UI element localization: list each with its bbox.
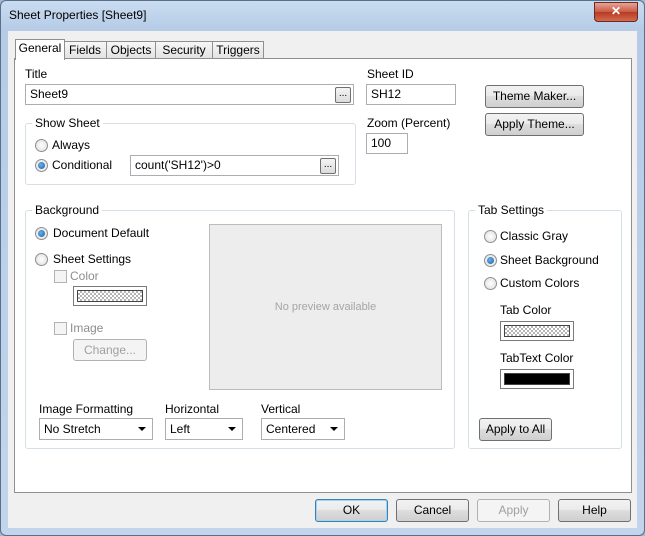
color-checkbox[interactable] — [54, 270, 67, 283]
window-title: Sheet Properties [Sheet9] — [9, 8, 147, 22]
document-default-label: Document Default — [53, 226, 150, 240]
custom-colors-label: Custom Colors — [500, 276, 580, 290]
tab-security[interactable]: Security — [155, 41, 213, 59]
horizontal-label: Horizontal — [165, 402, 220, 416]
title-bar: Sheet Properties [Sheet9] ✕ — [1, 1, 644, 31]
zoom-input[interactable]: 100 — [366, 133, 408, 154]
tab-general[interactable]: General — [15, 39, 65, 60]
close-icon: ✕ — [610, 4, 622, 18]
image-checkbox[interactable] — [54, 322, 67, 335]
tab-text-color-label: TabText Color — [500, 351, 574, 365]
cancel-button[interactable]: Cancel — [396, 499, 469, 522]
tab-fields[interactable]: Fields — [63, 41, 107, 59]
condition-input[interactable]: count('SH12')>0 — [130, 155, 339, 176]
theme-maker-button[interactable]: Theme Maker... — [485, 85, 584, 108]
sheet-background-radio[interactable] — [484, 254, 497, 267]
dialog-window: Sheet Properties [Sheet9] ✕ General Fiel… — [0, 0, 645, 536]
conditional-radio[interactable] — [35, 159, 48, 172]
vertical-label: Vertical — [261, 402, 301, 416]
change-image-button[interactable]: Change... — [73, 339, 147, 361]
background-color-swatch[interactable] — [73, 286, 147, 306]
help-button[interactable]: Help — [558, 499, 631, 522]
general-tab-panel: Title Sheet9 ... Sheet ID SH12 Theme Mak… — [14, 58, 632, 493]
dialog-client: General Fields Objects Security Triggers… — [8, 31, 637, 528]
vertical-value: Centered — [266, 422, 316, 436]
show-sheet-group: Show Sheet Always Conditional count('SH1… — [25, 116, 356, 185]
tab-triggers[interactable]: Triggers — [212, 41, 264, 59]
classic-gray-label: Classic Gray — [500, 229, 569, 243]
title-label: Title — [25, 67, 48, 81]
always-radio[interactable] — [35, 139, 48, 152]
sheet-id-input[interactable]: SH12 — [366, 84, 456, 105]
image-formatting-label: Image Formatting — [39, 402, 134, 416]
zoom-label: Zoom (Percent) — [367, 116, 451, 130]
tab-settings-group: Tab Settings Classic Gray Sheet Backgrou… — [468, 203, 622, 449]
title-input[interactable]: Sheet9 — [25, 84, 354, 105]
chevron-down-icon — [228, 427, 236, 431]
conditional-label: Conditional — [52, 158, 113, 172]
document-default-radio[interactable] — [35, 227, 48, 240]
image-label: Image — [70, 321, 104, 335]
show-sheet-title: Show Sheet — [32, 116, 103, 130]
apply-to-all-button[interactable]: Apply to All — [479, 418, 552, 441]
horizontal-select[interactable]: Left — [165, 418, 243, 440]
chevron-down-icon — [330, 427, 338, 431]
tab-color-swatch[interactable] — [500, 321, 574, 341]
background-title: Background — [32, 203, 103, 217]
title-browse-button[interactable]: ... — [335, 87, 351, 103]
background-group: Background Document Default Sheet Settin… — [25, 203, 455, 449]
condition-browse-button[interactable]: ... — [320, 158, 336, 174]
tab-settings-title: Tab Settings — [475, 203, 548, 217]
classic-gray-radio[interactable] — [484, 230, 497, 243]
always-label: Always — [52, 138, 91, 152]
vertical-select[interactable]: Centered — [261, 418, 345, 440]
horizontal-value: Left — [170, 422, 191, 436]
chevron-down-icon — [138, 427, 146, 431]
color-label: Color — [70, 269, 99, 283]
close-button[interactable]: ✕ — [594, 2, 638, 22]
background-color-fill — [77, 290, 143, 302]
sheet-background-label: Sheet Background — [500, 253, 599, 267]
custom-colors-radio[interactable] — [484, 277, 497, 290]
image-formatting-select[interactable]: No Stretch — [39, 418, 153, 440]
ok-button[interactable]: OK — [315, 499, 388, 522]
image-formatting-value: No Stretch — [44, 422, 101, 436]
tab-text-color-swatch[interactable] — [500, 369, 574, 389]
tab-objects[interactable]: Objects — [106, 41, 156, 59]
tab-color-fill — [504, 325, 570, 337]
sheet-settings-label: Sheet Settings — [53, 252, 132, 266]
apply-button[interactable]: Apply — [477, 499, 550, 522]
image-preview: No preview available — [209, 224, 442, 390]
tab-color-label: Tab Color — [500, 303, 552, 317]
sheet-settings-radio[interactable] — [35, 253, 48, 266]
apply-theme-button[interactable]: Apply Theme... — [485, 113, 584, 136]
tab-text-color-fill — [504, 373, 570, 385]
sheet-id-label: Sheet ID — [367, 67, 414, 81]
